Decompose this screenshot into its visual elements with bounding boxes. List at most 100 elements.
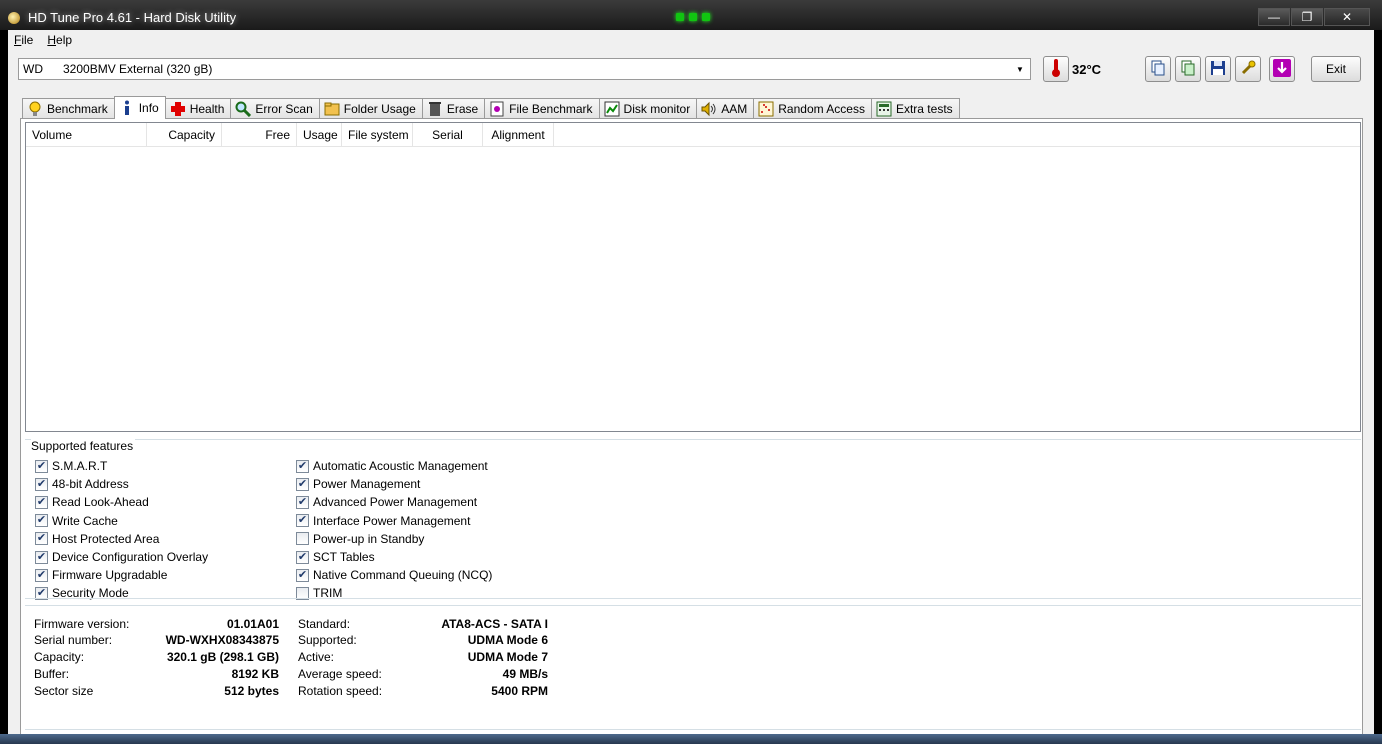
magnifier-icon	[235, 101, 252, 117]
feature-checkbox[interactable]: ✔	[35, 495, 48, 509]
feature-checkbox-item: ✔ Read Look-Ahead	[35, 493, 208, 511]
tab-label: AAM	[721, 102, 748, 116]
column-header-file-system[interactable]: File system	[342, 123, 413, 146]
exit-button[interactable]: Exit	[1311, 56, 1361, 82]
feature-label: Firmware Upgradable	[52, 568, 168, 583]
drive-info-value: 01.01A01	[226, 616, 279, 631]
feature-checkbox-item: Power-up in Standby	[296, 530, 492, 548]
supported-features-legend: Supported features	[31, 439, 136, 453]
tab-file-benchmark[interactable]: File Benchmark	[484, 98, 600, 119]
drive-info-value: 5400 RPM	[491, 683, 548, 698]
feature-checkbox[interactable]	[296, 532, 309, 546]
tab-error-scan[interactable]: Error Scan	[230, 98, 320, 119]
feature-checkbox[interactable]: ✔	[35, 532, 48, 546]
feature-label: Interface Power Management	[313, 513, 471, 528]
toolbar: WD 3200BMV External (320 gB) ▼ 32°C Exit	[8, 54, 1374, 86]
feature-checkbox[interactable]: ✔	[296, 477, 309, 491]
arrow-down-icon	[1273, 58, 1291, 80]
menu-help[interactable]: Help	[47, 33, 72, 47]
chevron-down-icon[interactable]: ▼	[1012, 61, 1028, 77]
tab-aam[interactable]: AAM	[696, 98, 755, 119]
chart-icon	[604, 101, 620, 117]
divider	[25, 598, 1361, 599]
tab-info[interactable]: Info	[113, 96, 166, 119]
feature-label: Automatic Acoustic Management	[313, 459, 488, 474]
close-button[interactable]: ✕	[1324, 8, 1370, 26]
feature-label: Device Configuration Overlay	[52, 550, 209, 565]
tab-random-access[interactable]: Random Access	[753, 98, 872, 119]
feature-checkbox[interactable]: ✔	[296, 550, 309, 564]
feature-checkbox[interactable]: ✔	[296, 495, 309, 509]
feature-checkbox[interactable]: ✔	[35, 514, 48, 528]
feature-checkbox-item: ✔ Write Cache	[35, 512, 208, 530]
column-header-capacity[interactable]: Capacity	[147, 123, 222, 146]
drive-info-row: Standard: ATA8-ACS - SATA I	[298, 615, 548, 632]
volume-table[interactable]: Volume Capacity Free Usage File system S…	[25, 122, 1361, 432]
feature-checkbox-item: ✔ Power Management	[296, 475, 492, 493]
options-button[interactable]	[1235, 56, 1261, 82]
column-header-volume[interactable]: Volume	[26, 123, 147, 146]
drive-info-label: Rotation speed:	[298, 683, 383, 698]
copy-text-button[interactable]	[1145, 56, 1171, 82]
column-header-alignment[interactable]: Alignment	[483, 123, 554, 146]
tab-label: Error Scan	[255, 102, 313, 116]
menu-file[interactable]: File	[14, 33, 33, 47]
features-right-column: ✔ Automatic Acoustic Management ✔ Power Man…	[296, 457, 492, 603]
menu-bar: File Help	[8, 30, 1374, 50]
restore-button[interactable]: ❐	[1291, 8, 1323, 26]
drive-info-label: Capacity:	[34, 650, 85, 665]
tab-label: Erase	[446, 102, 479, 116]
app-icon	[8, 12, 20, 24]
download-button[interactable]	[1269, 56, 1295, 82]
tab-extra-tests[interactable]: Extra tests	[870, 98, 960, 119]
drive-info-label: Sector size	[34, 683, 94, 698]
floppy-icon	[1210, 60, 1226, 79]
column-header-usage[interactable]: Usage	[297, 123, 342, 146]
drive-info-section: Firmware version: 01.01A01 Serial number: W…	[25, 605, 1361, 733]
drive-info-value: ATA8-ACS - SATA I	[441, 616, 548, 631]
feature-checkbox[interactable]: ✔	[35, 550, 48, 564]
feature-checkbox[interactable]: ✔	[296, 459, 309, 473]
feature-checkbox[interactable]: ✔	[35, 477, 48, 491]
drive-info-value: 8192 KB	[231, 666, 279, 681]
feature-checkbox-item: ✔ Advanced Power Management	[296, 493, 492, 511]
feature-label: SCT Tables	[313, 550, 375, 565]
feature-checkbox-item: ✔ Native Command Queuing (NCQ)	[296, 566, 492, 584]
tab-health[interactable]: Health	[164, 98, 232, 119]
feature-label: Power-up in Standby	[313, 531, 425, 546]
tab-erase[interactable]: Erase	[421, 98, 486, 119]
lightbulb-icon	[27, 101, 43, 117]
feature-checkbox[interactable]: ✔	[35, 459, 48, 473]
temperature-button[interactable]	[1043, 56, 1069, 82]
drive-info-row: Supported: UDMA Mode 6	[298, 632, 548, 649]
feature-checkbox[interactable]: ✔	[296, 514, 309, 528]
feature-label: Read Look-Ahead	[52, 495, 149, 510]
title-glow-indicator	[676, 13, 710, 21]
feature-label: Power Management	[313, 477, 421, 492]
info-icon	[119, 100, 135, 116]
drive-info-label: Standard:	[298, 616, 351, 631]
column-header-serial[interactable]: Serial	[413, 123, 483, 146]
tab-label: File Benchmark	[509, 102, 593, 116]
column-header-free[interactable]: Free	[222, 123, 297, 146]
feature-checkbox-item: ✔ Host Protected Area	[35, 530, 208, 548]
drive-info-label: Serial number:	[34, 633, 113, 648]
tab-benchmark[interactable]: Benchmark	[22, 98, 115, 119]
health-cross-icon	[170, 101, 186, 117]
save-button[interactable]	[1205, 56, 1231, 82]
drive-info-value: UDMA Mode 6	[467, 633, 548, 648]
drive-info-value: 320.1 gB (298.1 GB)	[166, 650, 279, 665]
tab-disk-monitor[interactable]: Disk monitor	[598, 98, 698, 119]
drive-info-row: Rotation speed: 5400 RPM	[298, 682, 548, 699]
feature-checkbox[interactable]: ✔	[35, 568, 48, 582]
minimize-button[interactable]: —	[1258, 8, 1290, 26]
tab-folder-usage[interactable]: Folder Usage	[318, 98, 423, 119]
drive-select[interactable]: WD 3200BMV External (320 gB) ▼	[18, 58, 1031, 80]
tab-label: Folder Usage	[343, 102, 416, 116]
feature-checkbox-item: ✔ Device Configuration Overlay	[35, 548, 208, 566]
copy-screenshot-button[interactable]	[1175, 56, 1201, 82]
feature-checkbox[interactable]: ✔	[296, 568, 309, 582]
drive-info-row: Average speed: 49 MB/s	[298, 665, 548, 682]
thermometer-icon	[1050, 58, 1062, 81]
drive-select-value: WD 3200BMV External (320 gB)	[23, 62, 213, 76]
